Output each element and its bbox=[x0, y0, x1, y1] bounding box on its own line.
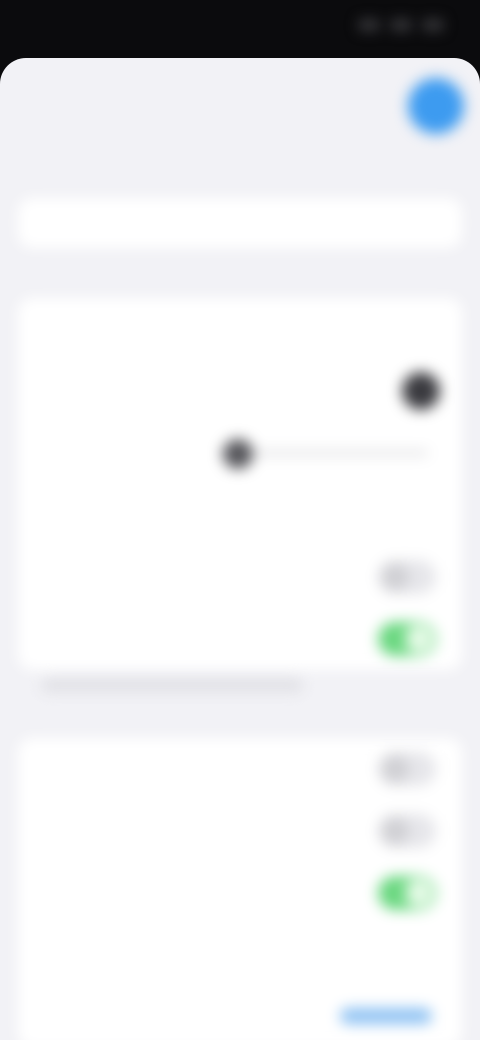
status-icons bbox=[358, 18, 444, 32]
toggle-switch[interactable] bbox=[378, 876, 436, 910]
cellular-icon bbox=[358, 18, 380, 32]
name-field-group bbox=[18, 198, 462, 248]
section1-footer bbox=[42, 678, 342, 692]
toggle-switch[interactable] bbox=[378, 814, 436, 848]
battery-icon bbox=[422, 18, 444, 32]
toggle-switch[interactable] bbox=[378, 752, 436, 786]
settings-row-toggle bbox=[18, 800, 462, 862]
sheet-content bbox=[0, 58, 480, 1040]
toggle-knob bbox=[405, 625, 433, 653]
settings-row-toggle bbox=[18, 546, 462, 608]
toggle-knob bbox=[381, 817, 409, 845]
settings-row[interactable] bbox=[18, 298, 462, 360]
circle-action-icon[interactable] bbox=[408, 78, 464, 134]
toggle-knob bbox=[405, 879, 433, 907]
toggle-switch[interactable] bbox=[378, 560, 436, 594]
toggle-switch[interactable] bbox=[378, 622, 436, 656]
settings-row-toggle bbox=[18, 608, 462, 670]
settings-row-toggle bbox=[18, 862, 462, 924]
settings-row-color[interactable] bbox=[18, 360, 462, 422]
settings-row-slider bbox=[18, 422, 462, 484]
status-bar bbox=[0, 0, 480, 56]
wifi-icon bbox=[390, 18, 412, 32]
row-value-link[interactable] bbox=[340, 1008, 432, 1024]
screen bbox=[0, 0, 480, 1040]
slider-thumb[interactable] bbox=[222, 439, 253, 469]
toggle-knob bbox=[381, 755, 409, 783]
section1-group bbox=[18, 298, 462, 670]
settings-row[interactable] bbox=[18, 924, 462, 986]
footer-line bbox=[42, 678, 302, 692]
toggle-knob bbox=[381, 563, 409, 591]
settings-row-link[interactable] bbox=[18, 986, 462, 1040]
section2-group bbox=[18, 738, 462, 1040]
page-title bbox=[195, 94, 285, 118]
color-swatch-icon[interactable] bbox=[402, 372, 440, 410]
settings-row[interactable] bbox=[18, 484, 462, 546]
settings-row-toggle bbox=[18, 738, 462, 800]
status-time bbox=[34, 16, 100, 36]
settings-sheet bbox=[0, 58, 480, 1040]
